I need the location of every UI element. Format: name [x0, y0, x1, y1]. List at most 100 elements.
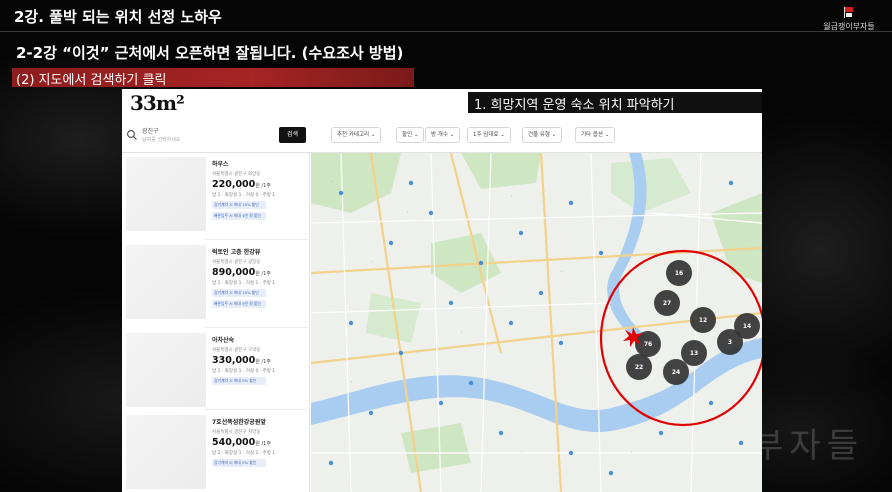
filter-label: 기타 옵션: [581, 132, 603, 138]
price-unit: 원 /1주: [255, 359, 271, 365]
app-screenshot: 33m² 1. 희망지역 운영 숙소 위치 파악하기 광진구 날짜를 선택하세요…: [122, 89, 762, 492]
listing-divider: [204, 409, 308, 410]
cluster-count: 24: [672, 369, 680, 376]
cluster-marker[interactable]: 27: [654, 290, 680, 316]
poi-dot: [508, 320, 514, 326]
cluster-marker[interactable]: 24: [663, 359, 689, 385]
cluster-count: 13: [690, 350, 698, 357]
svg-text:·: ·: [631, 449, 632, 454]
chevron-down-icon: ⌄: [413, 132, 419, 138]
cluster-marker[interactable]: 13: [681, 340, 707, 366]
filter-weekly-rent[interactable]: 1주 임대료 ⌄: [467, 127, 511, 143]
cluster-marker[interactable]: 3: [717, 329, 743, 355]
svg-text:·: ·: [371, 259, 372, 264]
listing-photo[interactable]: [126, 157, 206, 231]
filter-label: 추천 카테고리: [337, 132, 370, 138]
chevron-down-icon: ⌄: [370, 132, 376, 138]
discount-tag: 장기계약 시 최대 5% 할인: [212, 377, 266, 385]
cluster-count: 14: [743, 323, 751, 330]
poi-dot: [568, 200, 574, 206]
poi-dot: [608, 470, 614, 476]
poi-dot: [368, 410, 374, 416]
search-button[interactable]: 검색: [279, 127, 306, 143]
listing-address: 서울특별시 광진구 구의동: [212, 348, 261, 353]
svg-text:·: ·: [407, 209, 408, 214]
step-label: (2) 지도에서 검색하기 클릭: [16, 73, 167, 88]
listing-rooms: 방 1 · 화장실 1 · 거실 0 · 주방 1: [212, 193, 276, 198]
filter-label: 할인: [402, 132, 413, 138]
chevron-down-icon: ⌄: [604, 132, 610, 138]
svg-text:·: ·: [331, 179, 332, 184]
poi-dot: [728, 180, 734, 186]
listing-price: 220,000원 /1주: [212, 179, 308, 190]
search-date-hint[interactable]: 날짜를 선택하세요: [142, 136, 180, 143]
poi-dot: [348, 320, 354, 326]
filter-category[interactable]: 추천 카테고리 ⌄: [331, 127, 382, 143]
poi-dot: [398, 350, 404, 356]
svg-text:·: ·: [511, 193, 512, 198]
filter-rooms[interactable]: 방 개수 ⌄: [425, 127, 461, 143]
map-view[interactable]: · · · · · · · · · 16 27 12 14 3 76 13 22 24: [311, 153, 762, 492]
flag-logo-icon: [844, 7, 853, 18]
search-bar: 광진구 날짜를 선택하세요 검색 추천 카테고리 ⌄ 할인 ⌄ 방 개수 ⌄ 1…: [122, 119, 762, 153]
search-icon[interactable]: [126, 129, 138, 141]
poi-dot: [708, 400, 714, 406]
listing-card[interactable]: 럭토인 고층 한강뷰 서울특별시 광진구 광장동 890,000원 /1주 방 …: [212, 247, 308, 308]
svg-text:·: ·: [351, 379, 352, 384]
poi-dot: [738, 440, 744, 446]
poi-dot: [448, 300, 454, 306]
listing-title: 아차산숙: [212, 337, 235, 344]
cluster-marker[interactable]: 16: [666, 260, 692, 286]
price-value: 540,000: [212, 437, 256, 448]
cluster-count: 16: [675, 270, 683, 277]
listing-panel: 하우스 서울특별시 광진구 화양동 220,000원 /1주 방 1 · 화장실…: [122, 153, 310, 492]
discount-tag: 장기계약 시 최대 10% 할인: [212, 289, 266, 297]
cluster-count: 76: [644, 341, 652, 348]
chevron-down-icon: ⌄: [500, 132, 505, 138]
cluster-marker[interactable]: 12: [690, 307, 716, 333]
header-divider: [0, 31, 892, 32]
listing-price: 890,000원 /1주: [212, 267, 308, 278]
discount-tag: 빠른입주 시 최대 9만 원 할인: [212, 300, 266, 308]
listing-address: 서울특별시 광진구 화양동: [212, 172, 261, 177]
poi-dot: [658, 430, 664, 436]
filter-label: 1주 임대료: [473, 132, 499, 138]
price-value: 220,000: [212, 179, 256, 190]
listing-photo[interactable]: [126, 333, 206, 407]
site-logo[interactable]: 33m²: [130, 91, 185, 115]
cluster-marker[interactable]: 22: [626, 354, 652, 380]
svg-text:·: ·: [521, 449, 522, 454]
filter-discount[interactable]: 할인 ⌄: [396, 127, 425, 143]
poi-dot: [598, 250, 604, 256]
listing-rooms: 방 1 · 화장실 1 · 거실 0 · 주방 1: [212, 369, 276, 374]
cluster-count: 12: [699, 317, 707, 324]
listing-address: 서울특별시 광진구 광장동: [212, 260, 261, 265]
listing-photo[interactable]: [126, 415, 206, 489]
search-location-input[interactable]: 광진구: [142, 126, 159, 135]
cluster-count: 3: [728, 339, 732, 346]
listing-title: 럭토인 고층 한강뷰: [212, 249, 261, 256]
listing-price: 540,000원 /1주: [212, 437, 308, 448]
chevron-down-icon: ⌄: [449, 132, 455, 138]
cluster-count: 27: [663, 300, 671, 307]
chevron-down-icon: ⌄: [551, 132, 557, 138]
svg-text:·: ·: [561, 269, 562, 274]
listing-photo[interactable]: [126, 245, 206, 319]
filter-other-options[interactable]: 기타 옵션 ⌄: [575, 127, 616, 143]
cluster-count: 22: [635, 364, 643, 371]
watermark: 부자들: [752, 426, 864, 466]
poi-dot: [468, 380, 474, 386]
price-value: 330,000: [212, 355, 256, 366]
listing-card[interactable]: 7호선뚝섬한강공원앞 서울특별시 광진구 자양동 540,000원 /1주 방 …: [212, 417, 308, 467]
listing-card[interactable]: 아차산숙 서울특별시 광진구 구의동 330,000원 /1주 방 1 · 화장…: [212, 335, 308, 385]
brand: 월급쟁이부자들: [816, 6, 882, 32]
map-canvas[interactable]: · · · · · · · · · 16 27 12 14 3 76 13 22 24: [311, 153, 762, 492]
listing-rooms: 방 1 · 화장실 1 · 거실 1 · 주방 1: [212, 281, 276, 286]
listing-price: 330,000원 /1주: [212, 355, 308, 366]
listing-card[interactable]: 하우스 서울특별시 광진구 화양동 220,000원 /1주 방 1 · 화장실…: [212, 159, 308, 220]
poi-dot: [408, 180, 414, 186]
poi-dot: [478, 260, 484, 266]
filter-label: 방 개수: [431, 132, 448, 138]
filter-building-type[interactable]: 건물 유형 ⌄: [522, 127, 563, 143]
poi-dot: [558, 340, 564, 346]
